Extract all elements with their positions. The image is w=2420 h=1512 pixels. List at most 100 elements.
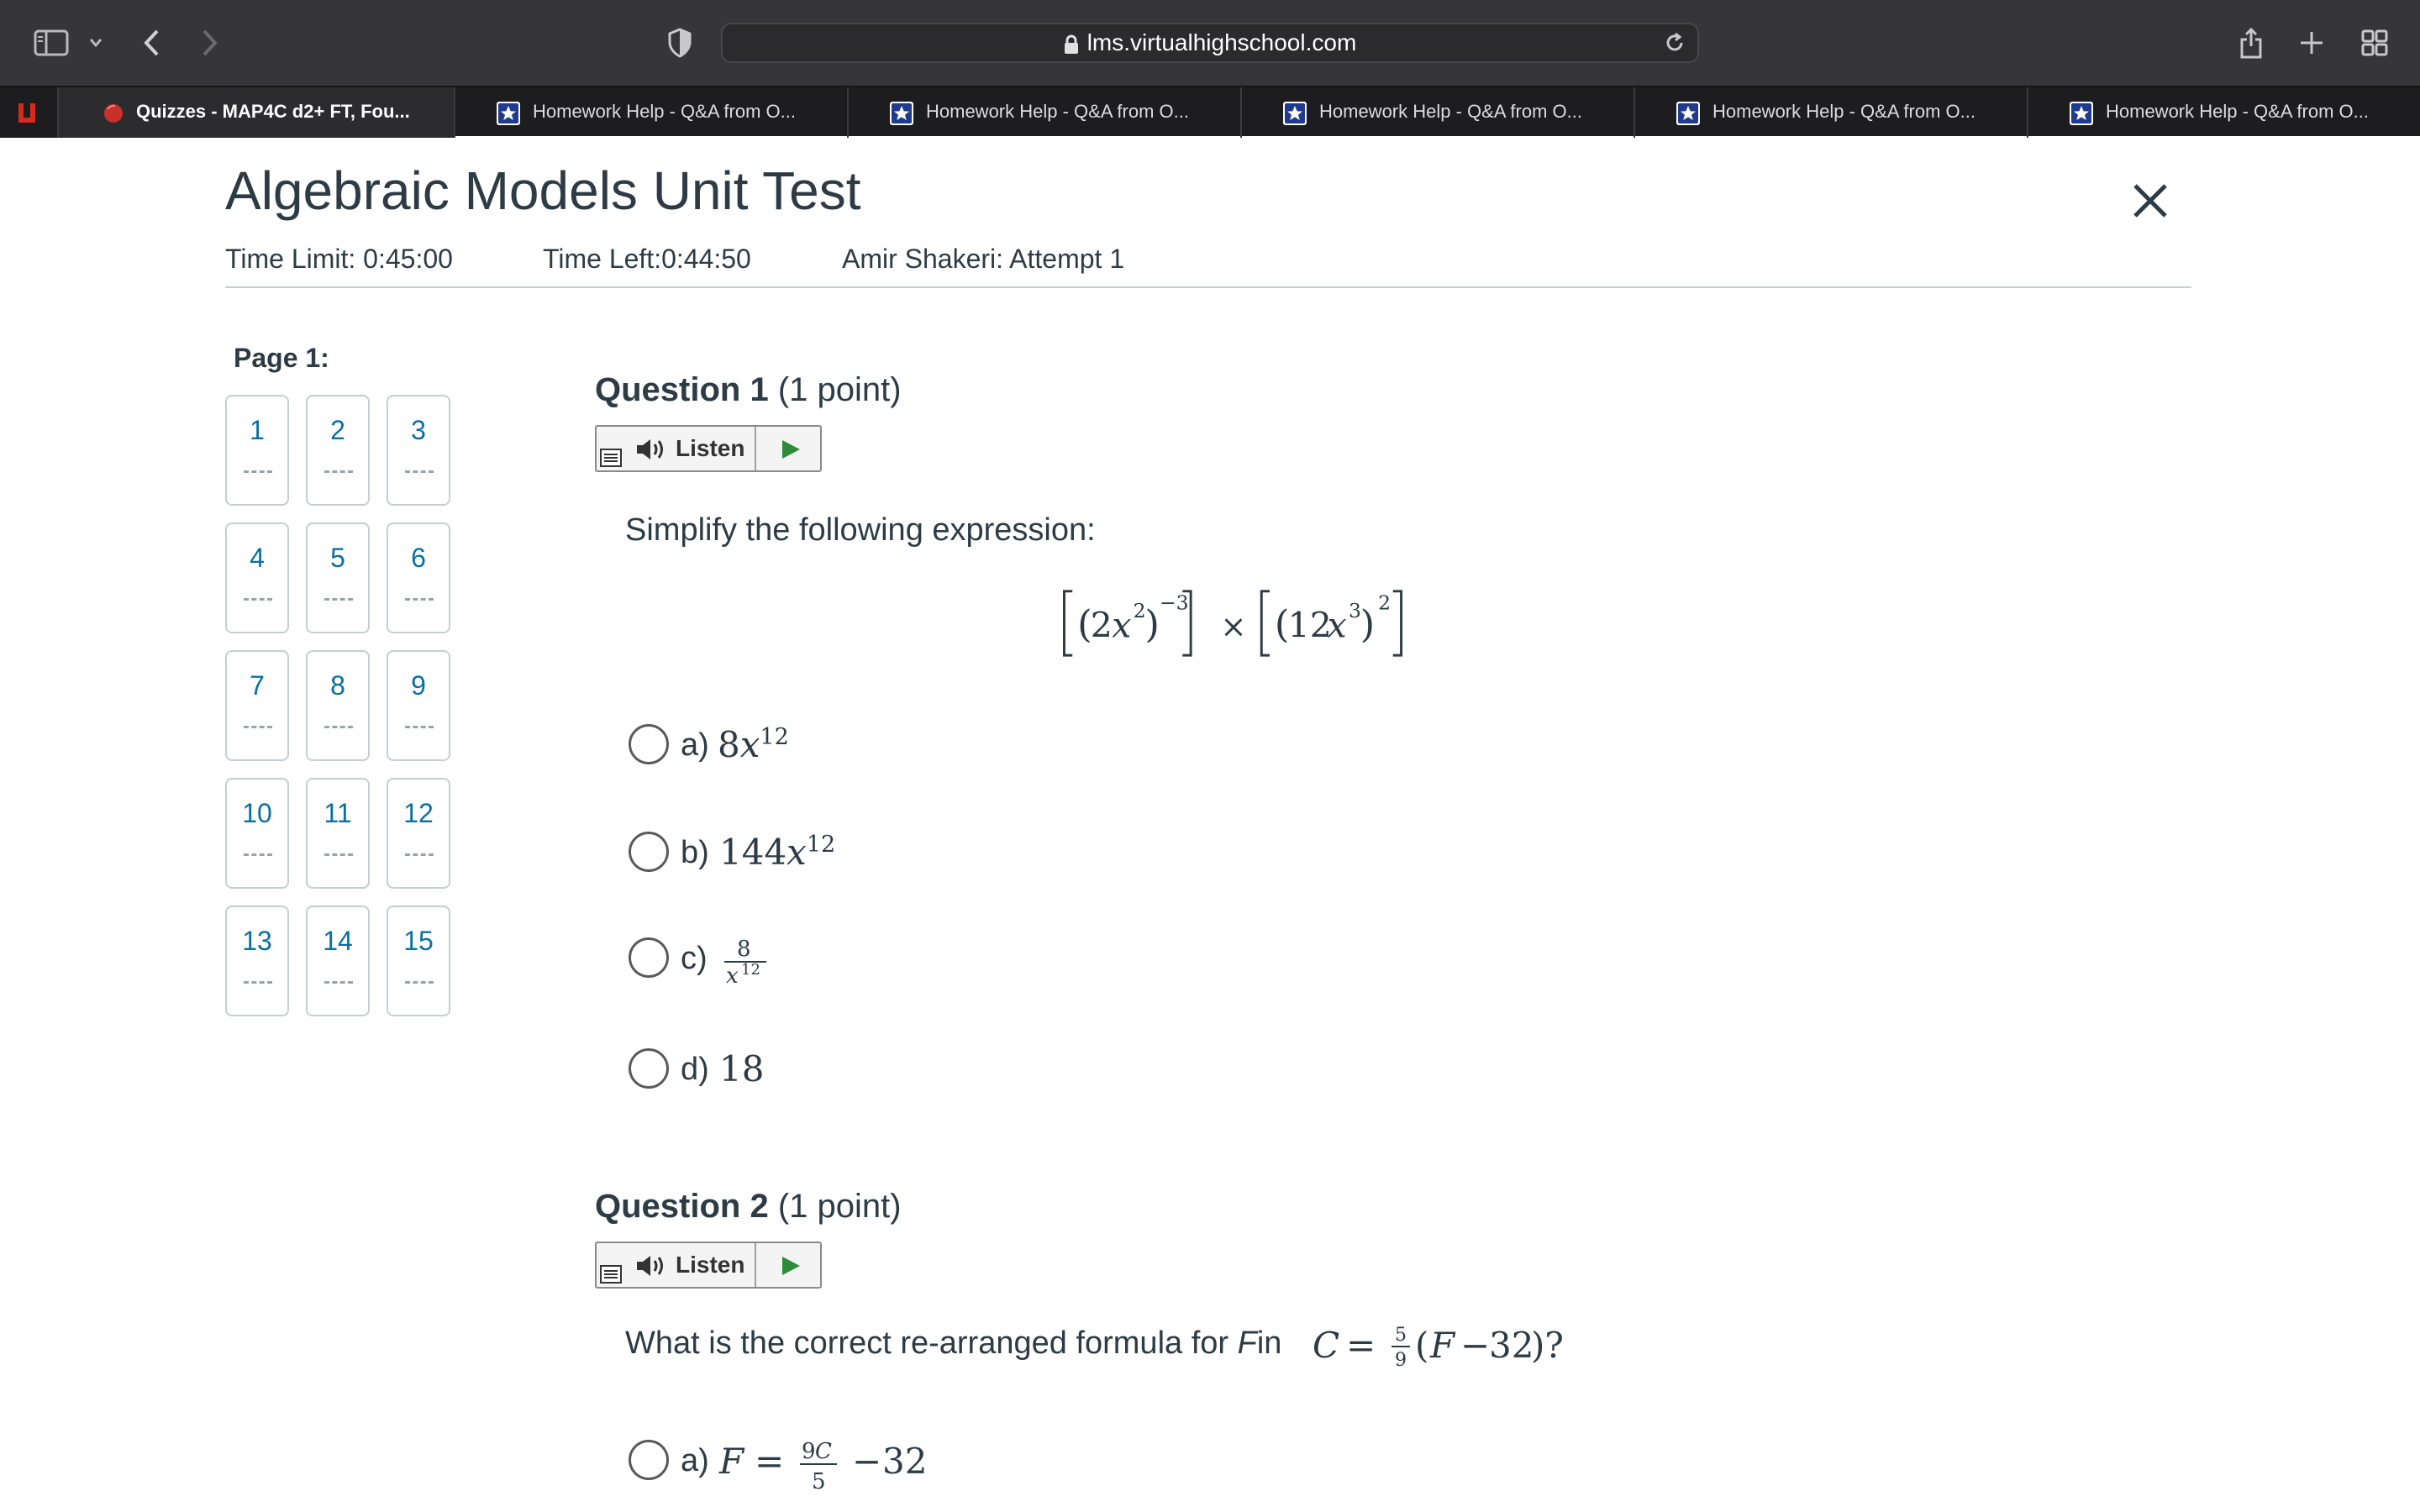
- svg-text:×: ×: [1220, 608, 1246, 645]
- star-badge-icon: [497, 102, 520, 125]
- share-icon[interactable]: [2238, 26, 2264, 60]
- unanswered-status: [244, 726, 272, 728]
- svg-text:9: 9: [1395, 1350, 1407, 1371]
- tab-homework-help-4[interactable]: Homework Help - Q&A from O...: [1635, 87, 2028, 138]
- unanswered-status: [405, 470, 434, 473]
- tab-homework-help-2[interactable]: Homework Help - Q&A from O...: [849, 87, 1242, 138]
- nav-question-14[interactable]: 14: [306, 906, 370, 1016]
- listen-label: Listen: [676, 435, 745, 461]
- listen-button-q2[interactable]: Listen: [595, 1242, 822, 1289]
- svg-text:−3: −3: [1160, 591, 1189, 614]
- svg-text:F: F: [1429, 1325, 1456, 1366]
- svg-text:12: 12: [741, 961, 760, 979]
- nav-question-8[interactable]: 8: [306, 650, 370, 761]
- q1-option-a-radio[interactable]: [629, 724, 669, 764]
- page-label: Page 1:: [234, 343, 329, 373]
- time-left: Time Left:0:44:50: [543, 244, 751, 274]
- unanswered-status: [244, 470, 272, 473]
- url-text: lms.virtualhighschool.com: [1086, 29, 1357, 55]
- nav-question-7[interactable]: 7: [225, 650, 289, 761]
- svg-text:2: 2: [1378, 591, 1391, 614]
- menu-icon[interactable]: [600, 449, 622, 467]
- svg-text:12: 12: [1288, 606, 1332, 646]
- svg-text:=: =: [1346, 1325, 1376, 1366]
- play-icon[interactable]: [780, 1255, 802, 1277]
- nav-question-9[interactable]: 9: [387, 650, 450, 761]
- unanswered-status: [244, 598, 272, 601]
- address-bar[interactable]: lms.virtualhighschool.com: [721, 23, 1699, 63]
- svg-text:32: 32: [882, 1441, 927, 1482]
- q1-option-d-radio[interactable]: [629, 1048, 669, 1089]
- tab-homework-help-3[interactable]: Homework Help - Q&A from O...: [1242, 87, 1635, 138]
- svg-text:): ): [1360, 602, 1376, 647]
- star-badge-icon: [1283, 102, 1307, 125]
- listen-control[interactable]: Listen: [597, 1243, 756, 1287]
- new-tab-icon[interactable]: [2299, 30, 2324, 55]
- nav-question-13[interactable]: 13: [225, 906, 289, 1016]
- tab-label: Homework Help - Q&A from O...: [2106, 101, 2369, 122]
- sidebar-icon[interactable]: [34, 29, 69, 56]
- nav-question-6[interactable]: 6: [387, 522, 450, 633]
- unanswered-status: [244, 981, 272, 984]
- unanswered-status: [405, 726, 434, 728]
- reload-icon[interactable]: [1664, 32, 1686, 54]
- attempt-info: Amir Shakeri: Attempt 1: [842, 244, 1125, 274]
- option-letter: a): [681, 727, 709, 763]
- question-1-prompt: Simplify the following expression:: [625, 512, 1096, 548]
- svg-text:5: 5: [812, 1469, 826, 1494]
- nav-question-4[interactable]: 4: [225, 522, 289, 633]
- q2-option-a-radio[interactable]: [629, 1440, 669, 1480]
- lock-icon: [1064, 34, 1078, 54]
- svg-text:−: −: [852, 1441, 881, 1482]
- speaker-icon: [637, 439, 663, 459]
- forward-icon[interactable]: [200, 28, 220, 58]
- nav-question-3[interactable]: 3: [387, 395, 450, 506]
- option-letter: d): [681, 1052, 709, 1087]
- tab-homework-help-1[interactable]: Homework Help - Q&A from O...: [455, 87, 849, 138]
- q2-option-a-math: F = 9 C 5 − 32: [718, 1439, 927, 1494]
- tab-label: Quizzes - MAP4C d2+ FT, Fou...: [136, 101, 410, 122]
- tab-quizzes[interactable]: Quizzes - MAP4C d2+ FT, Fou...: [59, 87, 455, 138]
- privacy-shield-icon[interactable]: [667, 28, 692, 58]
- q1-option-b-radio[interactable]: [629, 832, 669, 872]
- q1-option-c-radio[interactable]: [629, 937, 669, 978]
- tab-label: Homework Help - Q&A from O...: [926, 101, 1189, 122]
- tab-bar: Quizzes - MAP4C d2+ FT, Fou... Homework …: [0, 86, 2420, 138]
- svg-text:x: x: [1112, 606, 1131, 646]
- listen-button-q1[interactable]: Listen: [595, 425, 822, 472]
- time-limit: Time Limit: 0:45:00: [225, 244, 453, 274]
- svg-text:C: C: [1313, 1325, 1339, 1366]
- back-icon[interactable]: [141, 28, 161, 58]
- svg-text:x: x: [726, 963, 739, 988]
- pinned-tab[interactable]: [0, 87, 59, 138]
- nav-question-2[interactable]: 2: [306, 395, 370, 506]
- nav-question-12[interactable]: 12: [387, 778, 450, 889]
- listen-label: Listen: [676, 1252, 745, 1278]
- question-2-formula: C = 5 9 ( F − 32 )?: [1313, 1325, 1564, 1371]
- nav-question-11[interactable]: 11: [306, 778, 370, 889]
- q1-option-c-math: 8 x 12: [724, 937, 766, 988]
- nav-question-5[interactable]: 5: [306, 522, 370, 633]
- record-dot-icon: [104, 104, 123, 123]
- school-logo-icon: [18, 103, 35, 123]
- svg-text:8: 8: [737, 937, 751, 962]
- chevron-down-icon[interactable]: [87, 37, 104, 49]
- close-icon[interactable]: [2129, 180, 2171, 222]
- menu-icon[interactable]: [600, 1265, 622, 1284]
- svg-text:)?: )?: [1531, 1325, 1564, 1366]
- listen-control[interactable]: Listen: [597, 427, 756, 470]
- nav-question-1[interactable]: 1: [225, 395, 289, 506]
- q1-option-d-math: 18: [719, 1048, 765, 1089]
- tab-label: Homework Help - Q&A from O...: [1319, 101, 1582, 122]
- unanswered-status: [324, 853, 353, 856]
- nav-question-15[interactable]: 15: [387, 906, 450, 1016]
- svg-text:C: C: [815, 1439, 832, 1464]
- svg-text:x: x: [1328, 606, 1347, 646]
- svg-text:2: 2: [1091, 606, 1113, 646]
- browser-toolbar: lms.virtualhighschool.com: [0, 0, 2420, 86]
- nav-question-10[interactable]: 10: [225, 778, 289, 889]
- unanswered-status: [244, 853, 272, 856]
- tab-homework-help-5[interactable]: Homework Help - Q&A from O...: [2028, 87, 2420, 138]
- tab-overview-icon[interactable]: [2361, 29, 2388, 56]
- play-icon[interactable]: [780, 438, 802, 460]
